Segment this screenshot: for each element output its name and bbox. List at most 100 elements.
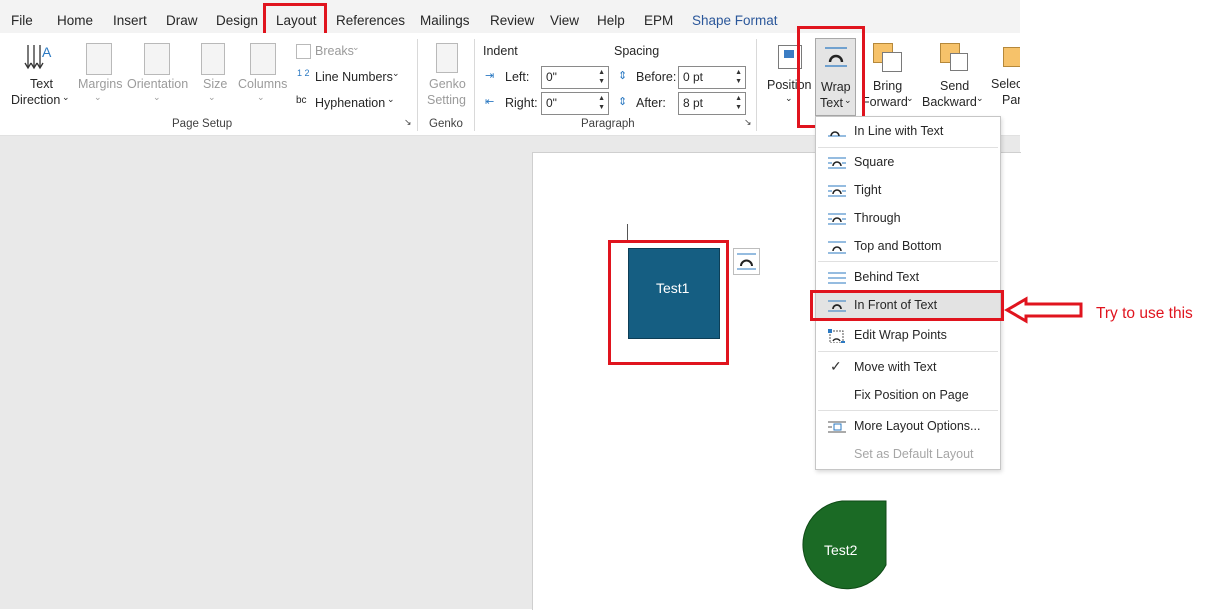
bring-forward-label-1[interactable]: Bring (873, 79, 902, 93)
layout-options-icon (828, 421, 846, 433)
line-numbers-icon: 1 2 (297, 68, 310, 78)
menu-item-behind-text[interactable]: Behind Text (816, 264, 1000, 291)
chevron-down-icon: ⌄ (352, 42, 360, 52)
tab-insert[interactable]: Insert (113, 13, 147, 28)
send-backward-icon-front (950, 53, 968, 71)
spacing-before-value: 0 pt (683, 70, 704, 84)
page-setup-group-label: Page Setup (172, 118, 233, 130)
wrap-text-highlight (797, 26, 865, 128)
breaks-icon (296, 44, 311, 59)
spacing-before-label: Before: (636, 70, 677, 84)
chevron-down-icon: ⌄ (906, 93, 914, 103)
tab-help[interactable]: Help (597, 13, 625, 28)
tab-review[interactable]: Review (490, 13, 534, 28)
bring-forward-label-2[interactable]: Forward (862, 95, 908, 109)
menu-item-label: Edit Wrap Points (854, 328, 947, 342)
tab-epm[interactable]: EPM (644, 13, 673, 28)
selection-pane-button[interactable]: Select Pan (990, 77, 1020, 113)
spinner-icon[interactable]: ▲ ▼ (735, 94, 742, 112)
selection-pane-label-1: Select (991, 77, 1020, 91)
top-bottom-wrap-icon (828, 241, 846, 254)
spinner-icon[interactable]: ▲ ▼ (598, 94, 605, 112)
menu-item-tight[interactable]: Tight (816, 177, 1000, 204)
group-separator (417, 39, 418, 131)
menu-item-label: Tight (854, 183, 882, 197)
tab-references[interactable]: References (336, 13, 405, 28)
indent-left-input[interactable]: 0" ▲ ▼ (541, 66, 609, 89)
menu-separator (818, 261, 998, 262)
menu-item-square[interactable]: Square (816, 149, 1000, 176)
menu-item-edit-wrap-points[interactable]: Edit Wrap Points (816, 322, 1000, 349)
shape-test2-label: Test2 (824, 542, 858, 558)
indent-right-input[interactable]: 0" ▲ ▼ (541, 92, 609, 115)
group-separator (756, 39, 757, 131)
tight-wrap-icon (828, 185, 846, 197)
dialog-launcher-icon[interactable]: ↘ (744, 117, 752, 128)
chevron-down-icon: ⌄ (785, 93, 793, 103)
send-backward-label-1[interactable]: Send (940, 79, 969, 93)
spinner-icon[interactable]: ▲ ▼ (735, 68, 742, 86)
layout-options-button[interactable] (733, 248, 760, 275)
menu-item-top-and-bottom[interactable]: Top and Bottom (816, 233, 1000, 260)
menu-item-label: Top and Bottom (854, 239, 942, 253)
text-direction-label-2: Direction (11, 93, 61, 107)
tab-home[interactable]: Home (57, 13, 93, 28)
menu-item-in-line-with-text[interactable]: In Line with Text (816, 118, 1000, 145)
genko-icon (436, 43, 458, 73)
spacing-label: Spacing (614, 44, 660, 58)
menu-item-more-layout-options[interactable]: More Layout Options... (816, 413, 1000, 440)
margins-button[interactable]: Margins (78, 77, 122, 91)
tab-file[interactable]: File (11, 13, 33, 28)
tab-mailings[interactable]: Mailings (420, 13, 470, 28)
indent-label: Indent (483, 44, 518, 58)
chevron-down-icon: ⌄ (257, 92, 265, 102)
menu-item-label: Through (854, 211, 901, 225)
arrow-left-icon (1004, 296, 1083, 324)
menu-separator (818, 147, 998, 148)
spinner-icon[interactable]: ▲ ▼ (598, 68, 605, 86)
tab-shape-format[interactable]: Shape Format (692, 13, 778, 28)
menu-item-move-with-text[interactable]: ✓ Move with Text (816, 354, 1000, 381)
size-icon (201, 43, 225, 75)
spacing-after-value: 8 pt (683, 96, 704, 110)
menu-item-set-as-default-layout: Set as Default Layout (816, 441, 1000, 468)
breaks-button[interactable]: Breaks (315, 44, 354, 58)
menu-item-label: Set as Default Layout (854, 447, 974, 461)
menu-item-fix-position-on-page[interactable]: Fix Position on Page (816, 382, 1000, 409)
indent-right-icon: ⇤ (485, 96, 495, 108)
hyphenation-button[interactable]: Hyphenation (315, 96, 385, 110)
spacing-before-icon: ⇕ (618, 70, 628, 82)
in-front-of-text-highlight (810, 290, 1004, 321)
send-backward-label-2[interactable]: Backward (922, 95, 977, 109)
edit-wrap-points-icon (828, 329, 845, 343)
menu-item-label: Fix Position on Page (854, 388, 969, 402)
spacing-after-input[interactable]: 8 pt ▲ ▼ (678, 92, 746, 115)
shape-highlight (608, 240, 729, 365)
genko-setting-label-1[interactable]: Genko (429, 77, 466, 91)
tab-design[interactable]: Design (216, 13, 258, 28)
line-numbers-button[interactable]: Line Numbers (315, 70, 393, 84)
menu-item-label: In Line with Text (854, 124, 944, 138)
indent-right-label: Right: (505, 96, 538, 110)
size-button[interactable]: Size (203, 77, 227, 91)
columns-button[interactable]: Columns (238, 77, 287, 91)
genko-setting-label-2[interactable]: Setting (427, 93, 466, 107)
tab-draw[interactable]: Draw (166, 13, 198, 28)
chevron-down-icon: ⌄ (392, 68, 400, 78)
menu-item-through[interactable]: Through (816, 205, 1000, 232)
spacing-before-input[interactable]: 0 pt ▲ ▼ (678, 66, 746, 89)
tab-view[interactable]: View (550, 13, 579, 28)
indent-left-icon: ⇥ (485, 70, 495, 82)
orientation-icon (144, 43, 170, 75)
hyphenation-icon: bc (296, 95, 307, 106)
bring-forward-icon-back (882, 52, 902, 72)
menu-item-label: Behind Text (854, 270, 920, 284)
columns-icon (250, 43, 276, 75)
text-direction-button[interactable]: Text Direction ⌄ (0, 33, 80, 123)
chevron-down-icon: ⌄ (62, 92, 70, 102)
orientation-button[interactable]: Orientation (127, 77, 188, 91)
dialog-launcher-icon[interactable]: ↘ (404, 117, 412, 128)
indent-left-value: 0" (546, 70, 557, 84)
spacing-after-label: After: (636, 96, 666, 110)
indent-right-value: 0" (546, 96, 557, 110)
